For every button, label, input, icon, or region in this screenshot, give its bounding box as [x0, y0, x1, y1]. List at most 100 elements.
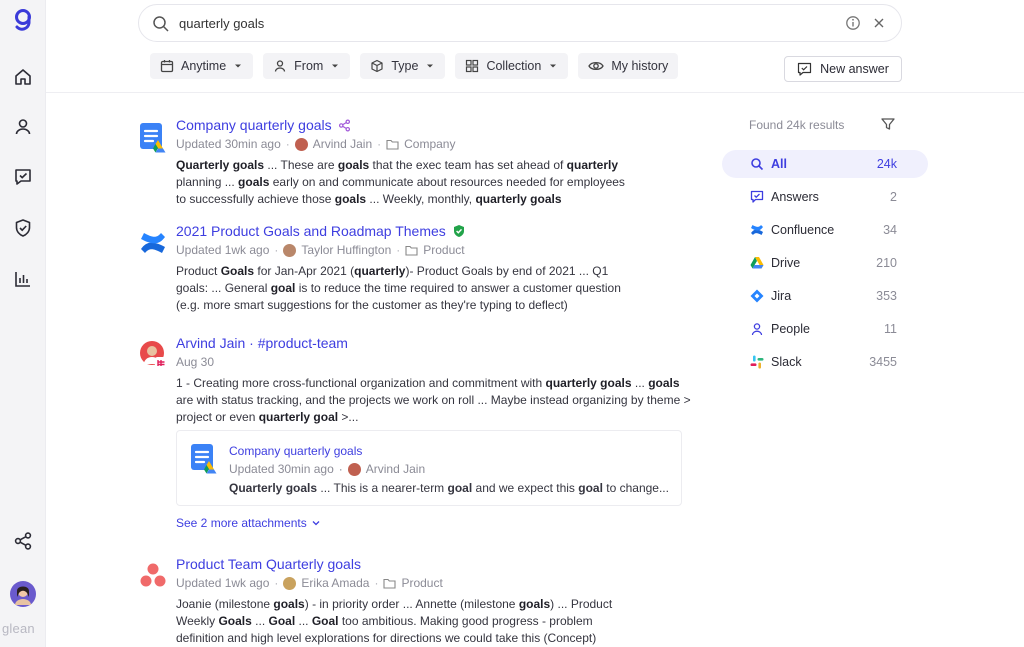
search-input[interactable]: [179, 13, 799, 33]
user-avatar[interactable]: [8, 579, 38, 609]
cube-icon: [371, 59, 383, 73]
answers-icon[interactable]: [8, 162, 38, 192]
brand-wordmark: glean: [2, 621, 35, 636]
left-rail: glean: [0, 0, 46, 647]
result-author[interactable]: Arvind Jain: [313, 135, 372, 153]
eye-icon: [588, 61, 605, 71]
avatar: [283, 243, 297, 257]
attachment-card[interactable]: Company quarterly goals Updated 30min ag…: [176, 430, 682, 506]
calendar-icon: [160, 60, 174, 73]
grid-icon: [466, 59, 479, 73]
filter-type[interactable]: Type: [360, 53, 446, 79]
filter-anytime[interactable]: Anytime: [150, 53, 254, 79]
filter-label: My history: [611, 59, 669, 73]
answers-icon: [750, 190, 764, 203]
attachment-snippet: Quarterly goals ... This is a nearer-ter…: [229, 481, 669, 495]
asana-icon: [138, 561, 168, 591]
avatar: [283, 576, 297, 590]
filter-label: Anytime: [181, 59, 227, 73]
source-count: 24k: [876, 157, 897, 171]
result-snippet: 1 - Creating more cross-functional organ…: [176, 376, 691, 424]
source-jira[interactable]: Jira 353: [722, 282, 928, 310]
chevron-down-icon: [332, 64, 339, 68]
see-more-label: See 2 more attachments: [176, 516, 307, 530]
source-people[interactable]: People 11: [722, 315, 928, 343]
filter-my-history[interactable]: My history: [578, 53, 679, 79]
slack-icon: [750, 355, 764, 369]
attachment-updated: Updated 30min ago: [229, 462, 334, 476]
source-label: Jira: [771, 289, 792, 303]
new-answer-button[interactable]: New answer: [784, 56, 902, 82]
source-label: People: [771, 322, 810, 336]
top-bar: Anytime From Type Collection My history …: [46, 0, 1024, 93]
search-bar: [138, 4, 902, 42]
result-title[interactable]: Company quarterly goals: [176, 116, 332, 134]
source-label: Slack: [771, 355, 802, 369]
result-updated: Aug 30: [176, 355, 215, 369]
folder-icon: [383, 578, 397, 589]
source-count: 3455: [869, 355, 897, 369]
source-drive[interactable]: Drive 210: [722, 249, 928, 277]
result-updated: Updated 1wk ago: [176, 576, 270, 590]
close-icon[interactable]: [871, 15, 887, 31]
avatar: [138, 340, 168, 370]
source-confluence[interactable]: Confluence 34: [722, 216, 928, 244]
chevron-down-icon: [550, 64, 557, 68]
share-icon: [338, 119, 350, 131]
result-title[interactable]: Product Team Quarterly goals: [176, 555, 361, 573]
separator-dot: ·: [374, 576, 379, 590]
result-title[interactable]: 2021 Product Goals and Roadmap Themes: [176, 222, 446, 240]
source-count: 11: [884, 322, 897, 336]
folder-icon: [386, 139, 399, 150]
folder-icon: [405, 245, 418, 256]
result-author[interactable]: Taylor Huffington: [301, 241, 391, 259]
separator-dot: ·: [274, 576, 279, 590]
result-folder[interactable]: Product: [401, 574, 442, 592]
glean-logo-icon[interactable]: [8, 5, 38, 35]
separator-dot: ·: [338, 462, 343, 476]
result-folder[interactable]: Company: [404, 135, 455, 153]
filter-label: From: [294, 59, 324, 73]
home-icon[interactable]: [8, 62, 38, 92]
source-label: Confluence: [771, 223, 835, 237]
source-count: 353: [876, 289, 897, 303]
separator-dot: ·: [285, 137, 290, 151]
source-slack[interactable]: Slack 3455: [722, 348, 928, 376]
share-icon[interactable]: [8, 526, 38, 556]
filter-collection[interactable]: Collection: [455, 53, 569, 79]
google-docs-icon: [189, 443, 219, 474]
source-all[interactable]: All 24k: [722, 150, 928, 178]
search-icon: [751, 158, 764, 171]
results-count: Found 24k results: [749, 118, 845, 132]
source-answers[interactable]: Answers 2: [722, 183, 928, 211]
result-folder[interactable]: Product: [423, 241, 464, 259]
result-author[interactable]: Erika Amada: [301, 574, 369, 592]
chevron-down-icon: [427, 64, 434, 68]
filter-label: Type: [391, 59, 419, 73]
source-count: 210: [876, 256, 897, 270]
attachment-title[interactable]: Company quarterly goals: [229, 443, 669, 459]
source-count: 2: [890, 190, 897, 204]
confluence-icon: [751, 225, 763, 235]
new-answer-label: New answer: [820, 62, 889, 76]
analytics-icon[interactable]: [8, 264, 38, 294]
filter-label: Collection: [486, 59, 542, 73]
person-icon: [275, 60, 286, 72]
confluence-icon: [138, 228, 168, 258]
shield-icon[interactable]: [8, 213, 38, 243]
info-icon[interactable]: [845, 15, 861, 31]
filter-from[interactable]: From: [263, 53, 351, 79]
result-updated: Updated 30min ago: [176, 137, 281, 151]
result-snippet: Joanie (milestone goals) - in priority o…: [176, 597, 613, 645]
see-more-attachments-link[interactable]: See 2 more attachments: [176, 516, 321, 530]
chevron-down-icon: [312, 521, 320, 526]
person-icon[interactable]: [8, 112, 38, 142]
source-count: 34: [883, 223, 897, 237]
attachment-author[interactable]: Arvind Jain: [366, 460, 425, 478]
result-title[interactable]: Arvind Jain · #product-team: [176, 334, 348, 352]
chevron-down-icon: [235, 64, 242, 68]
avatar: [347, 462, 361, 476]
filter-icon[interactable]: [880, 116, 896, 132]
source-label: All: [771, 157, 787, 171]
result-snippet: Product Goals for Jan-Apr 2021 (quarterl…: [176, 264, 621, 312]
